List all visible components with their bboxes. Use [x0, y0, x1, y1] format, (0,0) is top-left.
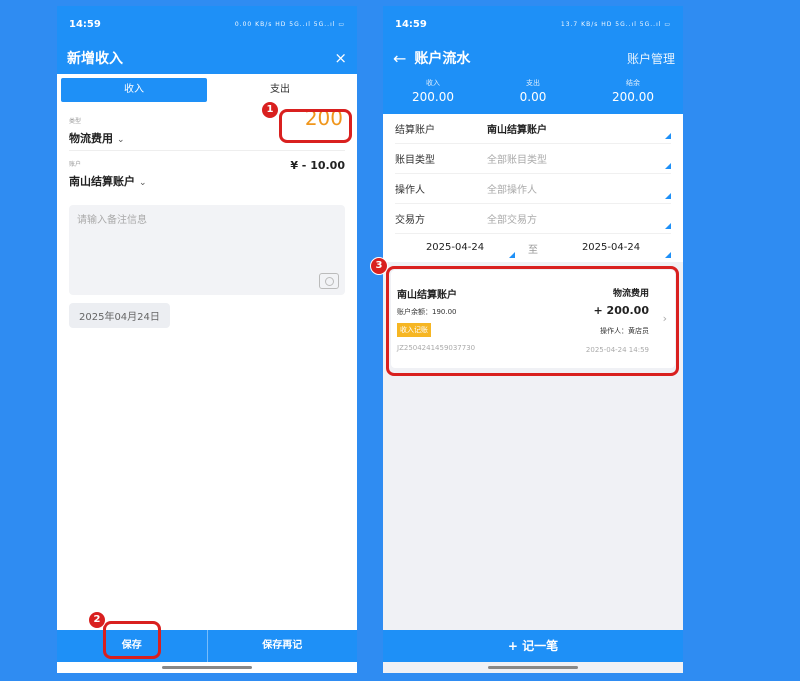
summary-expense: 支出 0.00 [483, 74, 583, 114]
dropdown-corner-icon [665, 252, 671, 258]
date-separator: 至 [528, 244, 538, 256]
income-expense-tabs: 收入 支出 [57, 78, 357, 102]
step-badge-3: 3 [370, 257, 388, 275]
date-range: 2025-04-24 至 2025-04-24 [395, 234, 671, 262]
note-placeholder: 请输入备注信息 [77, 215, 147, 226]
chevron-down-icon: ⌄ [139, 178, 147, 188]
record-amount: + 200.00 [593, 304, 650, 317]
title-bar: 新增收入 × [57, 42, 357, 74]
add-record-button[interactable]: + 记一笔 [383, 630, 683, 662]
home-indicator [162, 666, 252, 669]
date-picker[interactable]: 2025年04月24日 [69, 303, 170, 328]
new-income-screen: 14:59 0.00 KB/s HD 5G..ıl 5G..ıl ▭ 新增收入 … [57, 6, 357, 673]
date-to-value: 2025-04-24 [581, 242, 641, 253]
summary-label: 支出 [526, 79, 540, 87]
account-value: 南山结算账户 [69, 175, 135, 188]
filter-value: 全部账目类型 [487, 155, 547, 166]
chevron-down-icon: ⌄ [117, 135, 125, 145]
record-tag: 收入记账 [397, 323, 431, 337]
account-amount: ¥ - 10.00 [290, 159, 345, 172]
account-row[interactable]: 账户 南山结算账户 ⌄ ¥ - 10.00 [57, 151, 357, 197]
filter-counterparty[interactable]: 交易方 全部交易方 [395, 204, 671, 234]
type-row[interactable]: 类型 物流费用 ⌄ 200 [57, 102, 357, 150]
filter-key: 结算账户 [395, 125, 435, 136]
note-field[interactable]: 请输入备注信息 [69, 205, 345, 295]
back-arrow-icon[interactable]: ← [393, 49, 406, 68]
amount-input[interactable]: 200 [305, 106, 343, 130]
status-bar: 14:59 0.00 KB/s HD 5G..ıl 5G..ıl ▭ [57, 6, 357, 42]
step-badge-2: 2 [88, 611, 106, 629]
record-card[interactable]: 南山结算账户 账户余额：190.00 收入记账 JZ25042414590377… [391, 270, 675, 368]
dropdown-corner-icon [665, 133, 671, 139]
summary-balance: 结余 200.00 [583, 74, 683, 114]
record-time: 2025-04-24 14:59 [585, 346, 649, 354]
save-again-button[interactable]: 保存再记 [208, 630, 358, 662]
summary-label: 收入 [426, 79, 440, 87]
close-icon[interactable]: × [334, 49, 347, 67]
record-operator: 操作人：黄店员 [600, 327, 649, 335]
status-time: 14:59 [395, 18, 427, 30]
status-icons: 0.00 KB/s HD 5G..ıl 5G..ıl ▭ [234, 20, 345, 28]
save-button[interactable]: 保存 [57, 630, 207, 662]
date-to[interactable]: 2025-04-24 [551, 234, 671, 262]
camera-icon[interactable] [319, 273, 339, 289]
summary-label: 结余 [626, 79, 640, 87]
status-icons: 13.7 KB/s HD 5G..ıl 5G..ıl ▭ [560, 20, 671, 28]
dropdown-corner-icon [665, 163, 671, 169]
filter-value: 全部交易方 [487, 215, 537, 226]
dropdown-corner-icon [665, 223, 671, 229]
filter-account[interactable]: 结算账户 南山结算账户 [395, 114, 671, 144]
account-manage-link[interactable]: 账户管理 [627, 50, 675, 67]
tab-income[interactable]: 收入 [61, 78, 207, 102]
summary-value: 200.00 [612, 90, 654, 104]
filter-key: 交易方 [395, 215, 425, 226]
account-flow-screen: 14:59 13.7 KB/s HD 5G..ıl 5G..ıl ▭ ← 账户流… [383, 6, 683, 673]
title-bar: ← 账户流水 账户管理 [383, 42, 683, 74]
status-time: 14:59 [69, 18, 101, 30]
date-from-value: 2025-04-24 [425, 242, 485, 253]
step-badge-1: 1 [261, 101, 279, 119]
page-title: 账户流水 [414, 51, 471, 67]
dropdown-corner-icon [665, 193, 671, 199]
summary-value: 0.00 [519, 90, 547, 104]
bottom-action-bar: 保存 保存再记 [57, 630, 357, 662]
summary-value: 200.00 [412, 90, 454, 104]
home-indicator [488, 666, 578, 669]
date-from[interactable]: 2025-04-24 [395, 234, 515, 262]
summary-income: 收入 200.00 [383, 74, 483, 114]
summary-bar: 收入 200.00 支出 0.00 结余 200.00 [383, 74, 683, 114]
filter-operator[interactable]: 操作人 全部操作人 [395, 174, 671, 204]
dropdown-corner-icon [509, 252, 515, 258]
filter-key: 操作人 [395, 185, 425, 196]
filter-value: 南山结算账户 [487, 125, 547, 136]
filter-panel: 结算账户 南山结算账户 账目类型 全部账目类型 操作人 全部操作人 交易方 全部… [383, 114, 683, 262]
status-bar: 14:59 13.7 KB/s HD 5G..ıl 5G..ıl ▭ [383, 6, 683, 42]
record-category: 物流费用 [612, 289, 649, 299]
page-title: 新增收入 [67, 51, 123, 67]
chevron-right-icon: › [662, 312, 667, 325]
filter-key: 账目类型 [395, 155, 435, 166]
type-label: 类型 [69, 118, 82, 125]
type-value: 物流费用 [69, 132, 113, 145]
tab-expense[interactable]: 支出 [207, 78, 353, 102]
filter-category[interactable]: 账目类型 全部账目类型 [395, 144, 671, 174]
filter-value: 全部操作人 [487, 185, 537, 196]
